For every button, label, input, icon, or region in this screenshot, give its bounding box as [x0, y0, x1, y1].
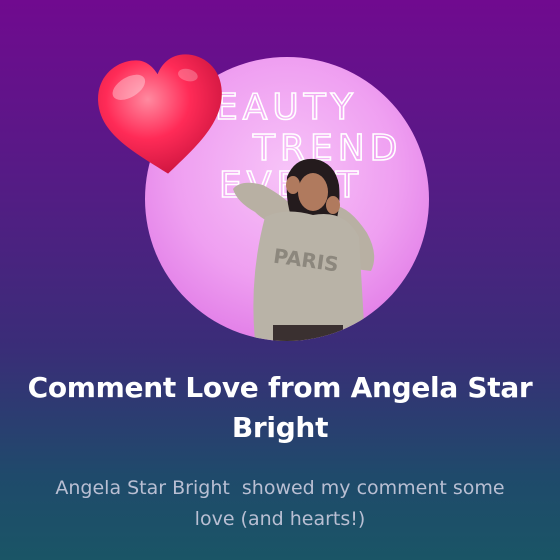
heart-icon	[98, 54, 222, 174]
backdrop-text-line-1: EAUTY	[215, 87, 358, 128]
notification-message: Angela Star Bright showed my comment som…	[55, 477, 511, 530]
backdrop-text-line-2: TREND	[252, 128, 402, 169]
notification-title: Comment Love from Angela Star Bright	[27, 371, 533, 444]
comment-love-card: EAUTY TREND EVENT PARIS	[0, 0, 560, 560]
